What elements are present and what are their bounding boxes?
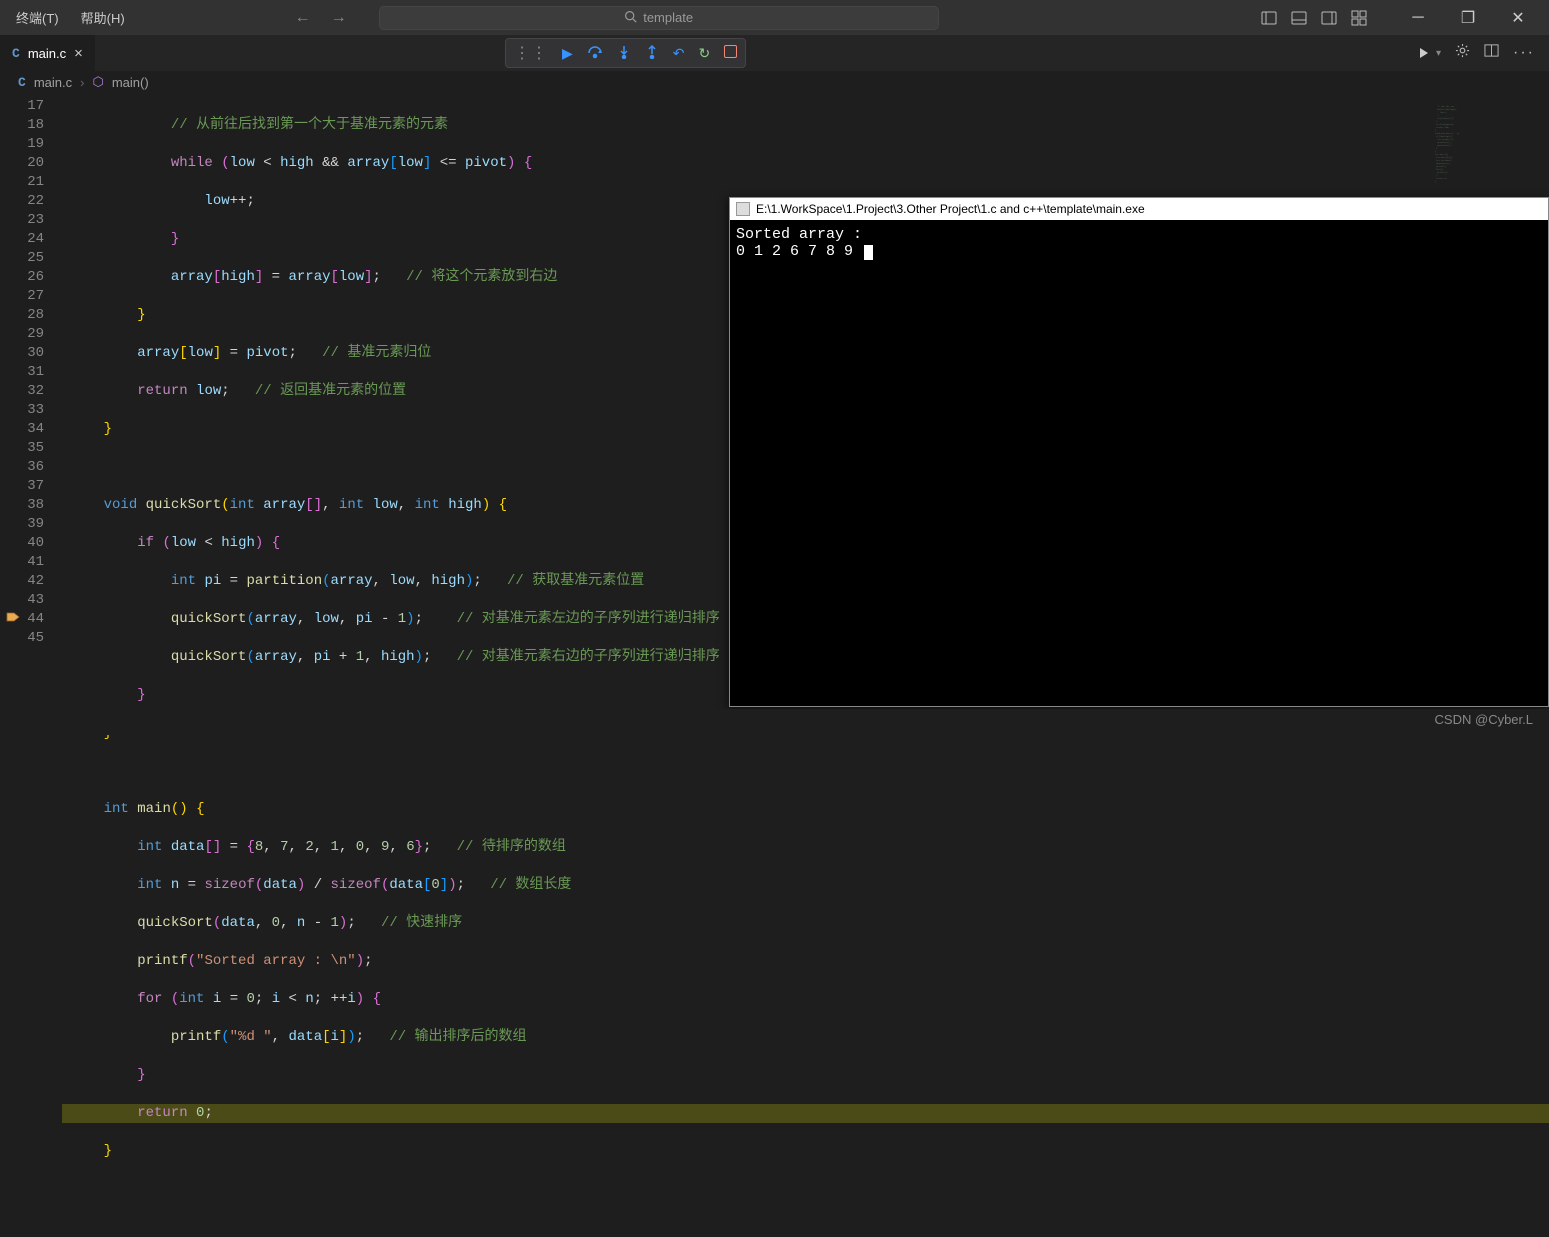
line-number: 31: [0, 363, 44, 382]
console-title-text: E:\1.WorkSpace\1.Project\3.Other Project…: [756, 202, 1145, 216]
window-controls: ─ ❐ ✕: [1395, 3, 1541, 33]
line-number: 24: [0, 230, 44, 249]
tab-main-c[interactable]: C main.c ×: [0, 35, 96, 71]
menu-help[interactable]: 帮助(H): [73, 4, 133, 31]
search-placeholder: template: [643, 10, 693, 25]
layout-sidebar-right-icon[interactable]: [1321, 10, 1337, 26]
line-number: 19: [0, 135, 44, 154]
line-number: 45: [0, 629, 44, 648]
close-button[interactable]: ✕: [1495, 3, 1541, 33]
step-back-icon[interactable]: ↶: [673, 45, 685, 62]
title-bar: 终端(T) 帮助(H) ← → template ─ ❐ ✕: [0, 0, 1549, 35]
execution-pointer-icon: [6, 610, 20, 624]
search-icon: [624, 10, 637, 26]
line-number: 36: [0, 458, 44, 477]
run-debug-icon[interactable]: ▾: [1418, 46, 1441, 60]
drag-handle-icon[interactable]: ⋮⋮: [514, 43, 548, 63]
line-number: 33: [0, 401, 44, 420]
restart-icon[interactable]: ↻: [699, 45, 711, 62]
tab-label: main.c: [28, 46, 66, 61]
step-out-icon[interactable]: [645, 45, 659, 62]
line-number: 30: [0, 344, 44, 363]
console-output: Sorted array : 0 1 2 6 7 8 9: [730, 220, 1548, 260]
continue-icon[interactable]: ▶: [562, 45, 573, 62]
breadcrumb-symbol[interactable]: main(): [112, 75, 149, 90]
exe-icon: [736, 202, 750, 216]
line-number: 17: [0, 97, 44, 116]
tab-bar: C main.c × ⋮⋮ ▶ ↶ ↻ ▾ ···: [0, 35, 1549, 71]
nav-forward-icon[interactable]: →: [325, 7, 353, 29]
line-number: 32: [0, 382, 44, 401]
cursor-icon: [864, 245, 873, 260]
line-number: 25: [0, 249, 44, 268]
line-number: 26: [0, 268, 44, 287]
line-number: 39: [0, 515, 44, 534]
layout-customize-icon[interactable]: [1351, 10, 1367, 26]
line-number: 34: [0, 420, 44, 439]
symbol-method-icon: ⬡: [92, 74, 103, 90]
line-number: 22: [0, 192, 44, 211]
editor-actions: ▾ ···: [1418, 35, 1549, 71]
titlebar-right-icons: ─ ❐ ✕: [1261, 3, 1541, 33]
layout-panel-icon[interactable]: [1291, 10, 1307, 26]
line-number: 18: [0, 116, 44, 135]
tab-close-icon[interactable]: ×: [74, 45, 83, 62]
line-number: 35: [0, 439, 44, 458]
stop-icon[interactable]: [724, 45, 737, 61]
layout-sidebar-left-icon[interactable]: [1261, 10, 1277, 26]
line-number: 38: [0, 496, 44, 515]
maximize-button[interactable]: ❐: [1445, 3, 1491, 33]
console-titlebar[interactable]: E:\1.WorkSpace\1.Project\3.Other Project…: [730, 198, 1548, 220]
line-number: 20: [0, 154, 44, 173]
breadcrumb-file[interactable]: main.c: [34, 75, 72, 90]
step-over-icon[interactable]: [587, 45, 603, 62]
step-into-icon[interactable]: [617, 45, 631, 62]
line-number: 21: [0, 173, 44, 192]
more-actions-icon[interactable]: ···: [1513, 44, 1535, 62]
line-number: 42: [0, 572, 44, 591]
line-number: 29: [0, 325, 44, 344]
line-number: 28: [0, 306, 44, 325]
split-editor-icon[interactable]: [1484, 43, 1499, 63]
settings-gear-icon[interactable]: [1455, 43, 1470, 63]
chevron-right-icon: ›: [80, 75, 84, 90]
minimize-button[interactable]: ─: [1395, 3, 1441, 33]
line-number: 40: [0, 534, 44, 553]
breadcrumb[interactable]: C main.c › ⬡ main(): [0, 71, 1549, 93]
watermark: CSDN @Cyber.L: [1435, 712, 1533, 727]
menu-terminal[interactable]: 终端(T): [8, 4, 67, 31]
line-number-gutter: 17 18 19 20 21 22 23 24 25 26 27 28 29 3…: [0, 93, 62, 709]
line-number: 37: [0, 477, 44, 496]
c-file-icon: C: [12, 46, 20, 61]
console-window[interactable]: E:\1.WorkSpace\1.Project\3.Other Project…: [729, 197, 1549, 707]
nav-arrows: ← →: [289, 7, 353, 29]
debug-toolbar[interactable]: ⋮⋮ ▶ ↶ ↻: [505, 38, 746, 68]
line-number: 43: [0, 591, 44, 610]
command-center[interactable]: template: [379, 6, 939, 30]
line-number: 27: [0, 287, 44, 306]
nav-back-icon[interactable]: ←: [289, 7, 317, 29]
line-number: 23: [0, 211, 44, 230]
status-bar: [0, 709, 1549, 735]
line-number: 41: [0, 553, 44, 572]
c-file-icon: C: [18, 75, 26, 90]
